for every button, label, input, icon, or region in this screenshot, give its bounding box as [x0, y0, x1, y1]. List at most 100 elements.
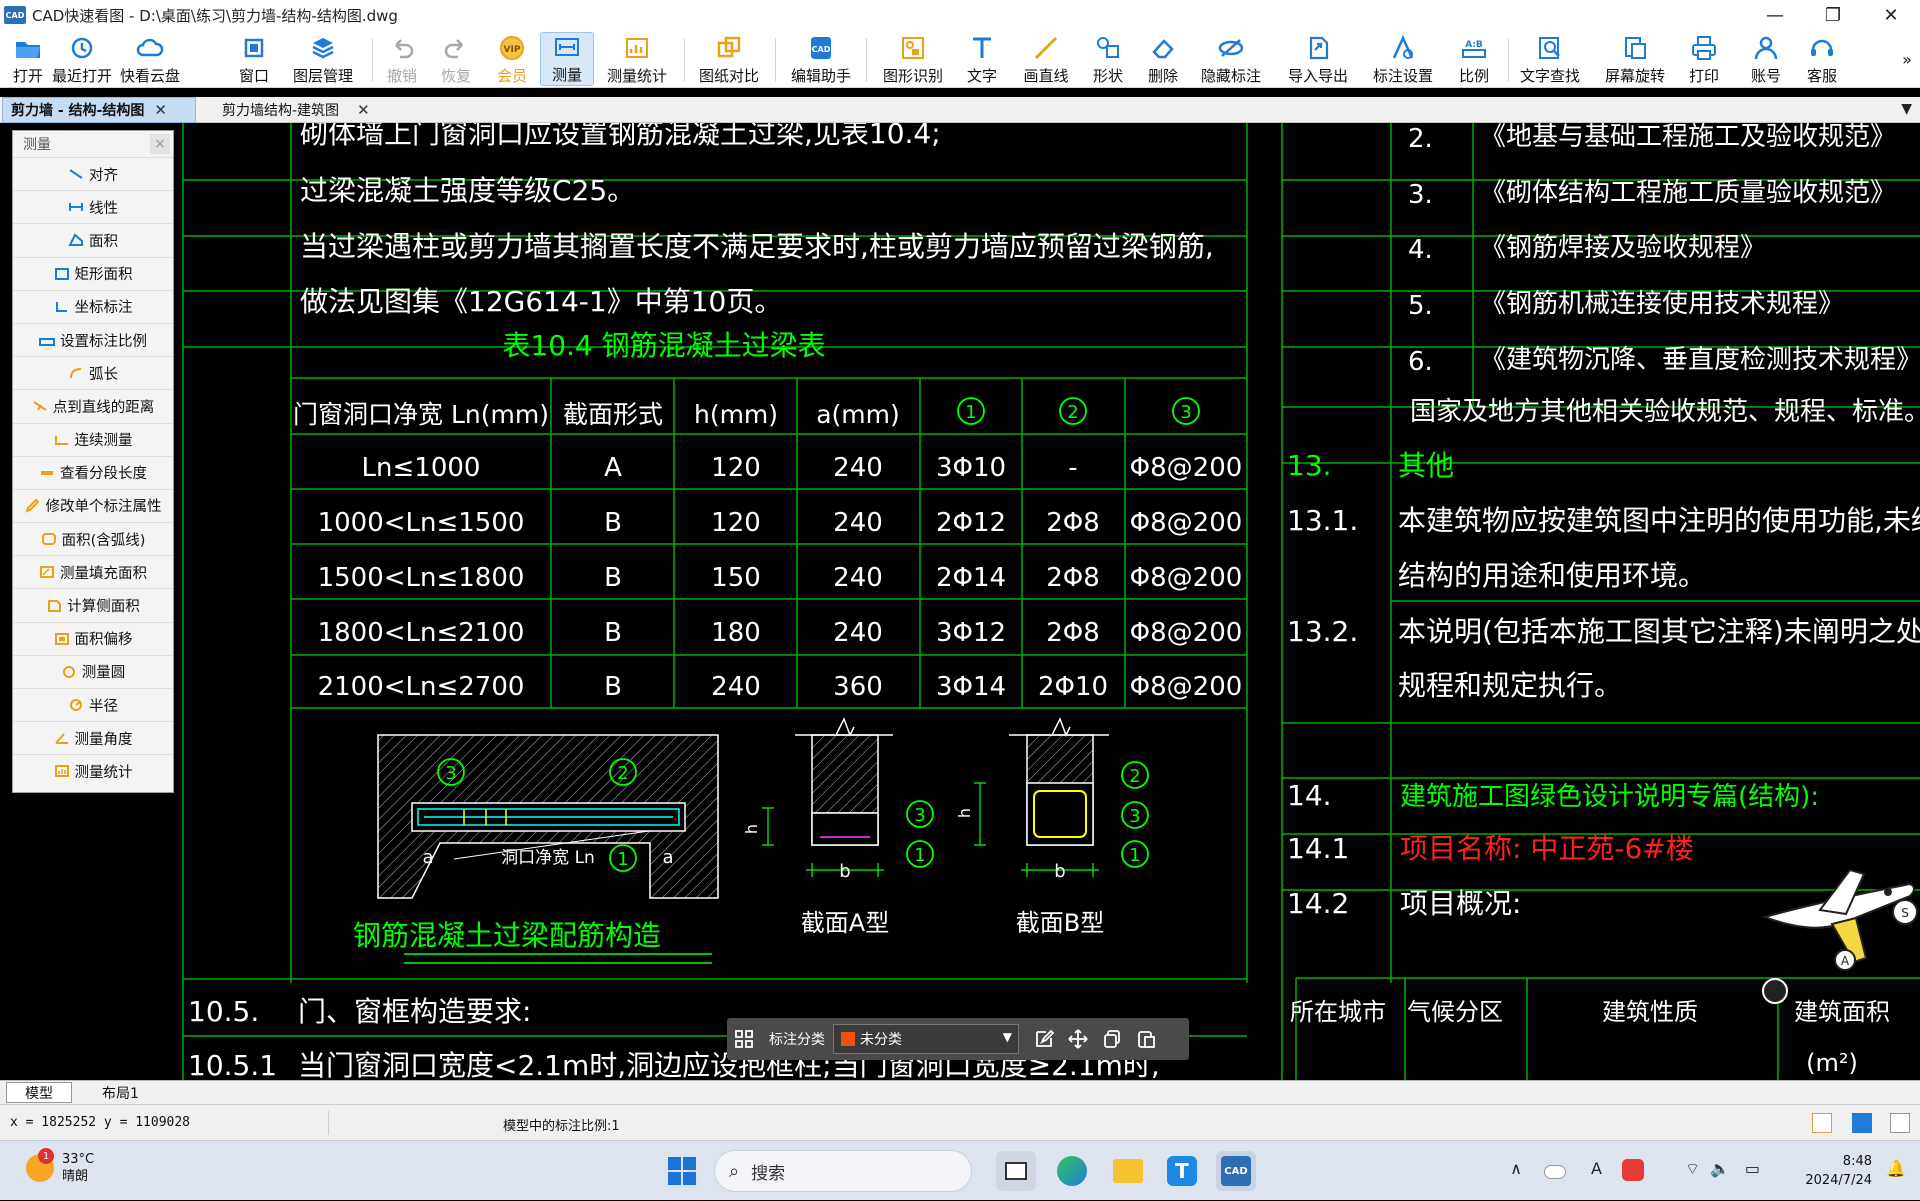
cad-viewer-taskbar-icon[interactable]: CAD	[1216, 1151, 1256, 1191]
edit-assistant-button[interactable]: CAD 编辑助手	[788, 32, 854, 86]
measure-coordinate-item[interactable]: 坐标标注	[13, 289, 173, 323]
tab-layout1[interactable]: 布局1	[84, 1082, 157, 1103]
wifi-icon[interactable]: ⌔	[1685, 1159, 1700, 1179]
status-bar: x = 1825252 y = 1109028 模型中的标注比例:1	[0, 1104, 1920, 1140]
tab-list-dropdown-icon[interactable]: ▼	[1901, 101, 1912, 117]
measure-continuous-item[interactable]: 连续测量	[13, 422, 173, 456]
cloud-drive-button[interactable]: 快看云盘	[120, 32, 180, 86]
set-scale-icon	[39, 338, 55, 347]
section-number: 14.	[1287, 779, 1332, 812]
text-search-button[interactable]: 文字查找	[1518, 32, 1582, 86]
status-cad-icon[interactable]	[1852, 1113, 1872, 1133]
draw-line-button[interactable]: 画直线	[1022, 32, 1070, 86]
measure-button[interactable]: 测量	[540, 32, 594, 86]
list-number: 2.	[1408, 124, 1433, 154]
file-explorer-icon[interactable]	[1108, 1151, 1148, 1191]
maximize-button[interactable]: ❐	[1804, 0, 1862, 30]
scale-button[interactable]: A:B 比例	[1456, 32, 1492, 86]
table-cell: 3Φ12	[936, 618, 1006, 648]
tab-structure-drawing[interactable]: 剪力墙 - 结构-结构图 ✕	[2, 97, 196, 123]
account-button[interactable]: 账号	[1748, 32, 1784, 86]
hide-annotation-button[interactable]: 隐藏标注	[1200, 32, 1262, 86]
shape-button[interactable]: 形状	[1090, 32, 1126, 86]
open-button[interactable]: 打开	[8, 32, 48, 86]
tab-model[interactable]: 模型	[6, 1082, 72, 1103]
table-cell: Φ8@200	[1130, 453, 1243, 483]
table-header: 建筑性质	[1602, 998, 1698, 1026]
weather-widget[interactable]: 1 33°C 晴朗	[26, 1148, 94, 1185]
measure-area-offset-item[interactable]: 面积偏移	[13, 621, 173, 655]
measure-set-scale-item[interactable]: 设置标注比例	[13, 322, 173, 356]
redo-button[interactable]: 恢复	[438, 32, 474, 86]
status-window-icon[interactable]	[1890, 1113, 1910, 1133]
annotation-edit-button[interactable]	[1027, 1023, 1061, 1055]
window-button[interactable]: 窗口	[236, 32, 272, 86]
layer-manager-button[interactable]: 图层管理	[290, 32, 356, 86]
table-cell: 2Φ12	[936, 508, 1006, 538]
settings-gear-icon[interactable]	[1762, 978, 1788, 1004]
screen-rotate-button[interactable]: 屏幕旋转	[1604, 32, 1666, 86]
taskbar-search[interactable]: ⌕ 搜索	[714, 1150, 972, 1192]
measure-rect-area-item[interactable]: 矩形面积	[13, 256, 173, 290]
layers-icon	[312, 38, 334, 59]
text-app-icon[interactable]: T	[1162, 1151, 1202, 1191]
support-button[interactable]: 客服	[1804, 32, 1840, 86]
print-button[interactable]: 打印	[1686, 32, 1722, 86]
coordinate-icon	[55, 301, 67, 312]
drawing-canvas[interactable]: 砌体墙上门窗洞口应设置钢筋混凝土过梁,见表10.4; 过梁混凝土强度等级C25。…	[0, 123, 1920, 1080]
measure-circle-item[interactable]: 测量圆	[13, 654, 173, 688]
tab-close-icon[interactable]: ✕	[154, 101, 167, 119]
measure-fill-area-item[interactable]: 测量填充面积	[13, 555, 173, 588]
tab-architecture-drawing[interactable]: 剪力墙结构-建筑图 ✕	[214, 97, 394, 123]
measure-area-item[interactable]: 面积	[13, 223, 173, 256]
shape-recognize-button[interactable]: 图形识别	[882, 32, 944, 86]
measure-arc-area-item[interactable]: 面积(含弧线)	[13, 522, 173, 555]
tray-expand-icon[interactable]: ∧	[1510, 1159, 1522, 1178]
edge-browser-icon[interactable]	[1052, 1151, 1092, 1191]
volume-icon[interactable]: 🔈	[1710, 1159, 1730, 1178]
measure-linear-item[interactable]: 线性	[13, 190, 173, 223]
window-icon	[244, 38, 264, 58]
measure-edit-annotation-item[interactable]: 修改单个标注属性	[13, 488, 173, 522]
status-image-icon[interactable]	[1812, 1113, 1832, 1133]
support-icon	[1811, 39, 1833, 56]
onedrive-icon[interactable]	[1544, 1165, 1566, 1179]
measure-align-item[interactable]: 对齐	[13, 157, 173, 190]
annotation-category-select[interactable]: 未分类 ▼	[833, 1024, 1019, 1054]
measure-arc-length-item[interactable]: 弧长	[13, 356, 173, 389]
notification-bell-icon[interactable]: 🔔	[1886, 1159, 1906, 1178]
annotation-paste-button[interactable]	[1129, 1023, 1163, 1055]
tab-close-icon[interactable]: ✕	[357, 101, 370, 119]
annotation-settings-button[interactable]: 标注设置	[1372, 32, 1434, 86]
measure-stats-item[interactable]: 测量统计	[13, 754, 173, 787]
vip-button[interactable]: VIP 会员	[494, 32, 530, 86]
minimize-button[interactable]: —	[1746, 0, 1804, 30]
ime-icon[interactable]: A	[1591, 1159, 1602, 1178]
annotation-move-button[interactable]	[1061, 1023, 1095, 1055]
annotation-copy-button[interactable]	[1095, 1023, 1129, 1055]
panel-close-icon[interactable]: ×	[150, 134, 170, 154]
clock[interactable]: 8:48 2024/7/24	[1805, 1152, 1872, 1190]
mascot-plane-icon[interactable]: S A	[1760, 862, 1920, 972]
app-tray-icon[interactable]	[1622, 1159, 1644, 1181]
windows-start-icon[interactable]	[666, 1155, 698, 1187]
recent-open-button[interactable]: 最近打开	[52, 32, 112, 86]
close-button[interactable]: ✕	[1862, 0, 1920, 30]
delete-button[interactable]: 删除	[1145, 32, 1181, 86]
measure-radius-item[interactable]: 半径	[13, 688, 173, 721]
measure-side-area-item[interactable]: 计算侧面积	[13, 588, 173, 621]
battery-icon[interactable]: ▭	[1745, 1159, 1760, 1178]
measure-segment-item[interactable]: 查看分段长度	[13, 455, 173, 489]
measure-angle-item[interactable]: 测量角度	[13, 721, 173, 754]
measure-stats-button[interactable]: 测量统计	[606, 32, 668, 86]
drawing-compare-button[interactable]: 图纸对比	[697, 32, 761, 86]
section-mark: 3	[1129, 806, 1140, 827]
measure-point-line-item[interactable]: 点到直线的距离	[13, 389, 173, 422]
import-export-button[interactable]: 导入导出	[1286, 32, 1350, 86]
text-button[interactable]: 文字	[964, 32, 1000, 86]
annotation-grid-button[interactable]	[727, 1023, 761, 1055]
cad-drawing[interactable]: 砌体墙上门窗洞口应设置钢筋混凝土过梁,见表10.4; 过梁混凝土强度等级C25。…	[0, 123, 1920, 1080]
toolbar-more-button[interactable]: »	[1898, 32, 1916, 86]
undo-button[interactable]: 撤销	[384, 32, 420, 86]
task-view-icon[interactable]	[996, 1151, 1036, 1191]
